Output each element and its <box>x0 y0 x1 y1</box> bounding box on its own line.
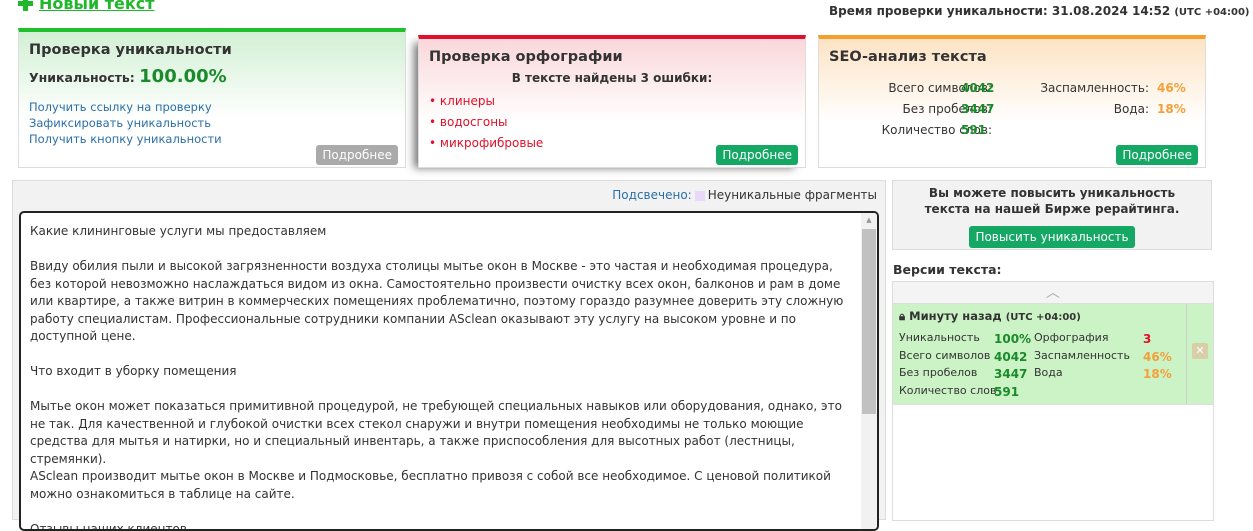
version-time: Минуту назад <box>909 309 1002 323</box>
v-uniq: 100% <box>994 331 1031 349</box>
v-words-label: Количество слов <box>899 382 996 400</box>
highlight-legend: Подсвечено: Неуникальные фрагменты <box>612 188 877 202</box>
plus-icon <box>18 0 33 11</box>
spelling-error: клинеры <box>429 91 805 112</box>
version-tz: (UTC +04:00) <box>1006 312 1081 323</box>
spelling-card: Проверка орфографии В тексте найдены 3 о… <box>418 35 806 168</box>
spelling-title: Проверка орфографии <box>429 49 805 65</box>
scroll-up-chevron-icon[interactable]: ︿ <box>893 282 1213 304</box>
uniqueness-title: Проверка уникальности <box>29 42 405 58</box>
v-words: 591 <box>994 384 1031 402</box>
fix-uniqueness-link[interactable]: Зафиксировать уникальность <box>29 115 405 131</box>
v-spell: 3 <box>1143 331 1172 349</box>
spelling-error: водосгоны <box>429 112 805 133</box>
text-paragraph: Ввиду обилия пыли и высокой загрязненнос… <box>30 258 856 346</box>
legend-item: Неуникальные фрагменты <box>708 188 877 202</box>
v-nospace-label: Без пробелов <box>899 364 996 382</box>
versions-list: ︿ 🔒︎ Минуту назад (UTC +04:00) Уникально… <box>892 281 1214 521</box>
nospace-value: 3447 <box>961 99 994 120</box>
spelling-subtitle: В тексте найдены 3 ошибки: <box>419 71 805 85</box>
v-spell-label: Орфография <box>1034 329 1130 347</box>
uniqueness-row: Уникальность: 100.00% <box>29 66 405 87</box>
legend-label: Подсвечено: <box>612 188 691 202</box>
promo-text: Вы можете повысить уникальность текста н… <box>893 185 1211 217</box>
get-check-link[interactable]: Получить ссылку на проверку <box>29 99 405 115</box>
uniqueness-more-button[interactable]: Подробнее <box>316 145 398 165</box>
v-water-label: Вода <box>1034 364 1130 382</box>
version-labels-right: ОрфографияЗаспамленностьВода <box>1034 329 1130 382</box>
water-value: 18% <box>1157 99 1186 120</box>
v-uniq-label: Уникальность <box>899 329 996 347</box>
increase-uniqueness-button[interactable]: Повысить уникальность <box>969 226 1134 248</box>
uniqueness-card: Проверка уникальности Уникальность: 100.… <box>18 28 406 168</box>
version-entry[interactable]: 🔒︎ Минуту назад (UTC +04:00) Уникальност… <box>893 304 1213 405</box>
uniqueness-value: 100.00% <box>139 66 227 87</box>
uniqueness-label: Уникальность: <box>29 70 135 85</box>
legend-swatch <box>695 191 705 201</box>
v-spam: 46% <box>1143 349 1172 367</box>
seo-right-labels: Заспамленность:Вода: <box>1040 78 1149 120</box>
scroll-up-icon[interactable]: ▲ <box>861 213 877 227</box>
promo-box: Вы можете повысить уникальность текста н… <box>892 180 1212 250</box>
version-values-right: 346%18% <box>1143 331 1172 384</box>
new-text-label: Новый текст <box>39 0 155 13</box>
water-label: Вода: <box>1040 99 1149 120</box>
seo-title: SEO-анализ текста <box>829 49 1205 65</box>
check-time-label: Время проверки уникальности: 31.08.2024 … <box>829 4 1170 18</box>
delete-version-icon[interactable]: ✕ <box>1192 343 1208 359</box>
lock-icon: 🔒︎ <box>899 309 905 323</box>
words-value: 591 <box>961 120 994 141</box>
text-paragraph: Что входит в уборку помещения <box>30 363 856 381</box>
text-paragraph: ASclean производит мытье окон в Москве и… <box>30 468 856 503</box>
v-water: 18% <box>1143 366 1172 384</box>
v-chars-label: Всего символов <box>899 347 996 365</box>
check-time: Время проверки уникальности: 31.08.2024 … <box>829 4 1249 18</box>
seo-left-values: 40423447591 <box>961 78 994 141</box>
version-header: 🔒︎ Минуту назад (UTC +04:00) <box>899 309 1081 324</box>
v-nospace: 3447 <box>994 366 1031 384</box>
v-spam-label: Заспамленность <box>1034 347 1130 365</box>
text-paragraph: Какие клининговые услуги мы предоставляе… <box>30 223 856 241</box>
spam-value: 46% <box>1157 78 1186 99</box>
scrollbar-thumb[interactable] <box>862 229 876 414</box>
text-panel: Подсвечено: Неуникальные фрагменты Какие … <box>12 180 886 520</box>
text-area[interactable]: Какие клининговые услуги мы предоставляе… <box>19 211 879 531</box>
versions-title: Версии текста: <box>893 262 1002 277</box>
text-paragraph: Отзывы наших клиентов <box>30 521 856 531</box>
seo-card: SEO-анализ текста Всего символов:Без про… <box>818 35 1206 168</box>
v-chars: 4042 <box>994 349 1031 367</box>
new-text-link[interactable]: Новый текст <box>18 0 155 13</box>
version-values-left: 100%40423447591 <box>994 331 1031 401</box>
seo-right-values: 46%18% <box>1157 78 1186 120</box>
chars-value: 4042 <box>961 78 994 99</box>
timezone: (UTC +04:00) <box>1174 7 1249 18</box>
version-labels-left: УникальностьВсего символовБез пробеловКо… <box>899 329 996 399</box>
spelling-more-button[interactable]: Подробнее <box>716 145 798 165</box>
spam-label: Заспамленность: <box>1040 78 1149 99</box>
text-paragraph: Мытье окон может показаться примитивной … <box>30 398 856 468</box>
seo-more-button[interactable]: Подробнее <box>1116 145 1198 165</box>
scrollbar[interactable]: ▲ <box>861 213 877 529</box>
